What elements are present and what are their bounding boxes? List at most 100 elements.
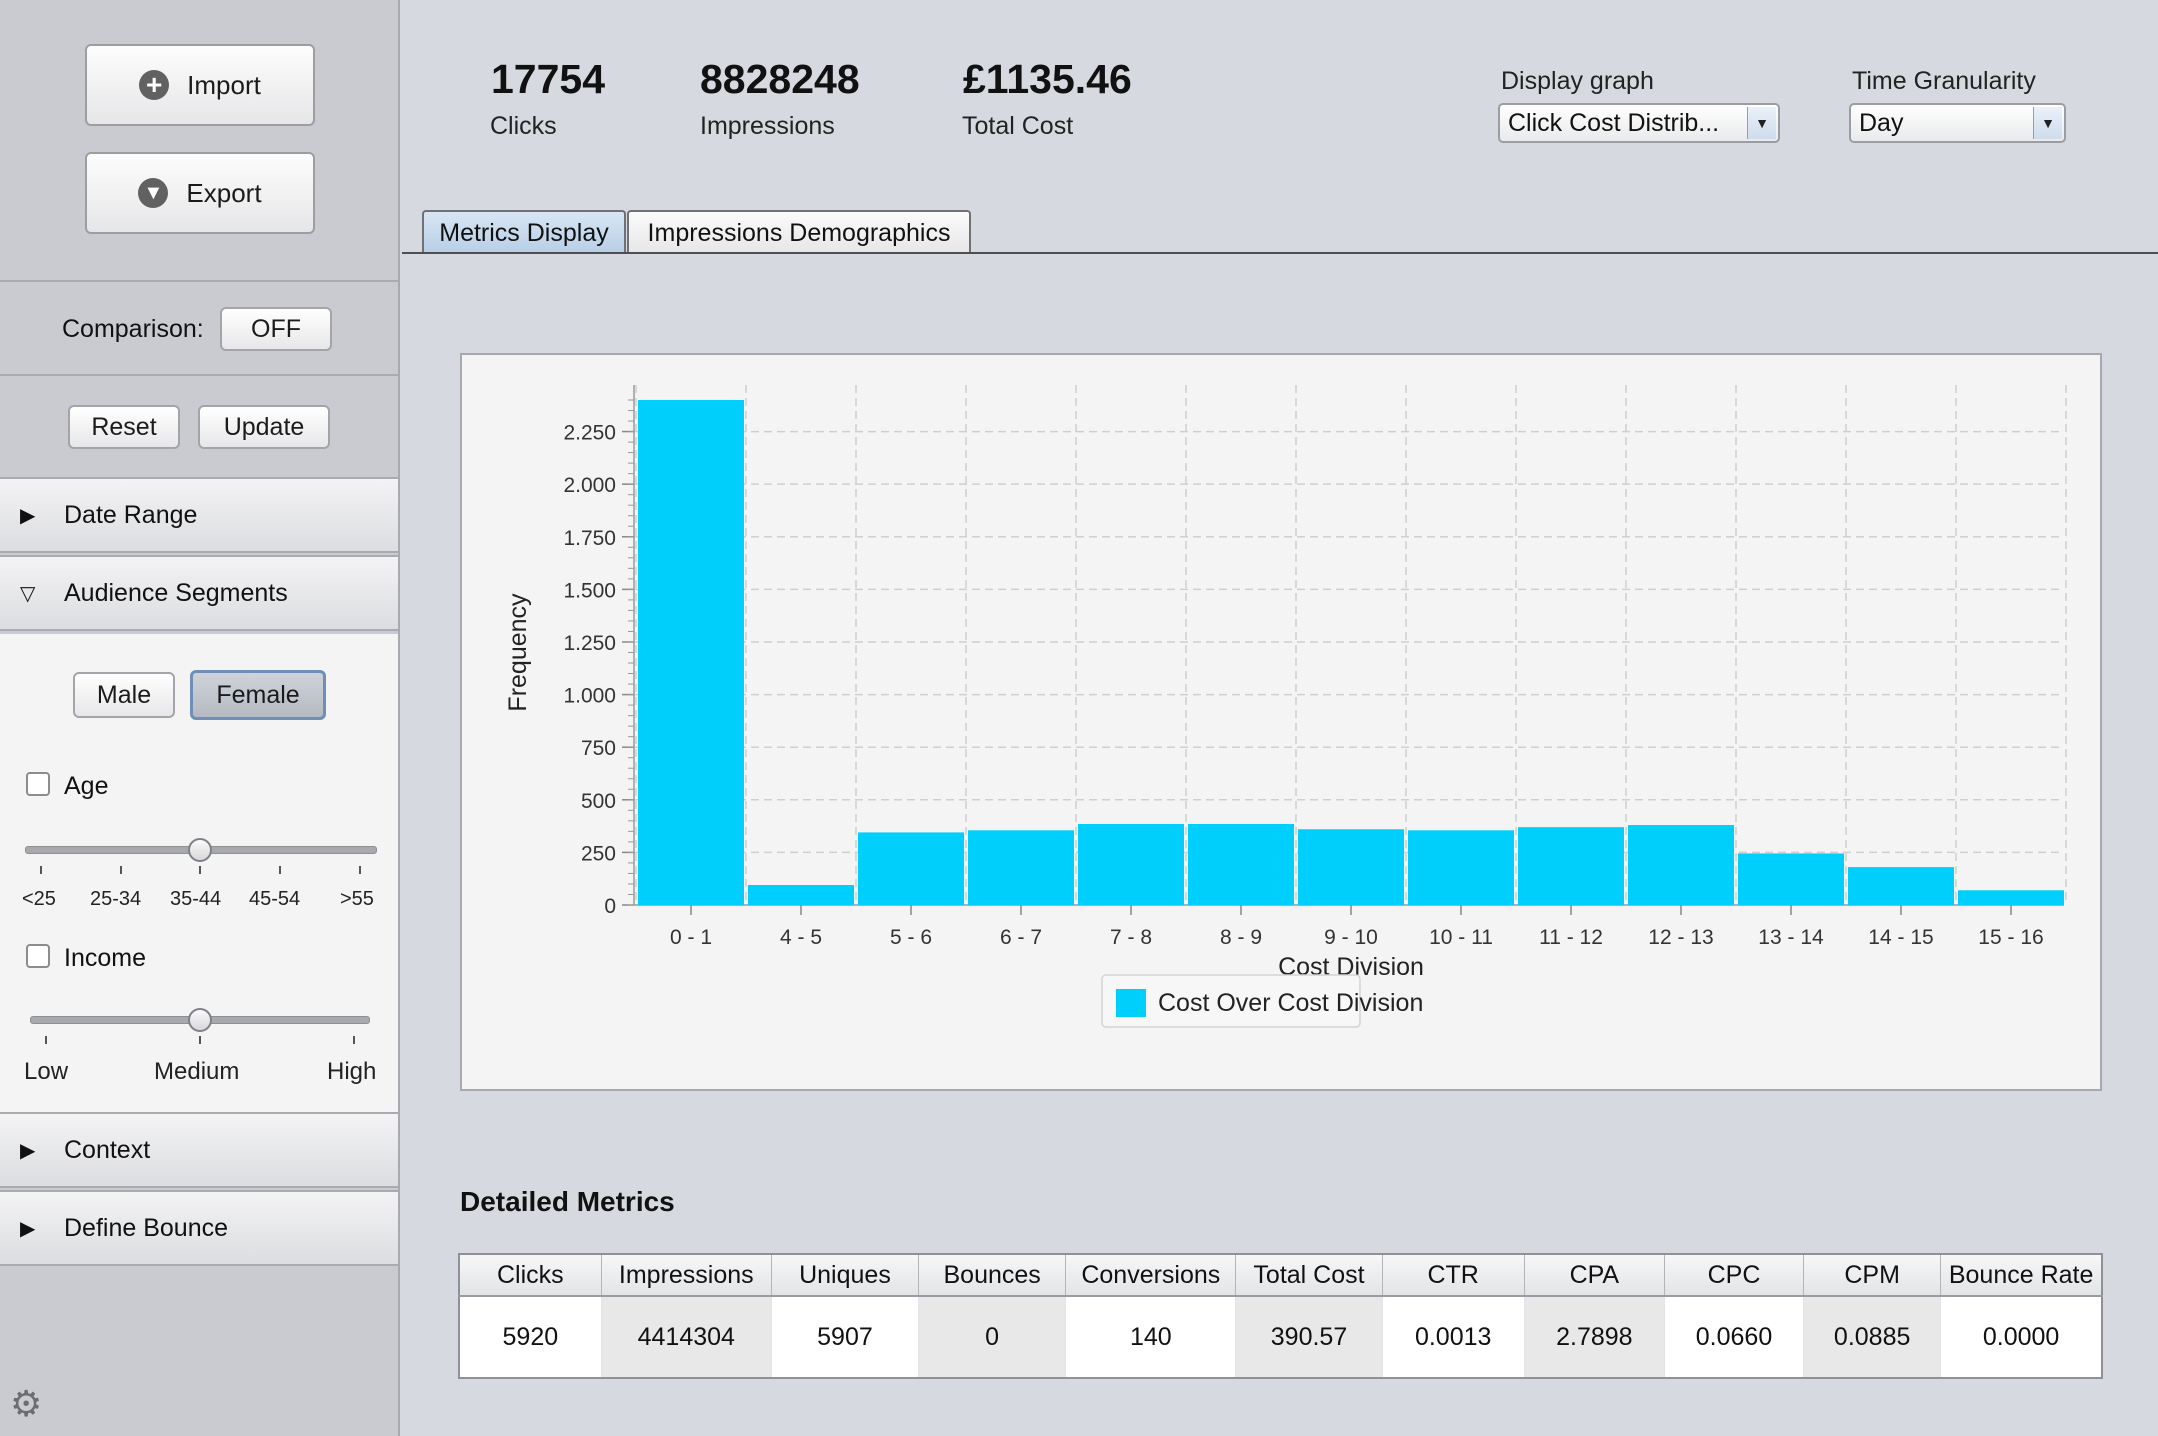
accordion-date-range[interactable]: ▶ Date Range [0, 477, 398, 553]
slider-tick [359, 866, 361, 874]
column-header[interactable]: CPM [1803, 1254, 1942, 1297]
time-granularity-select[interactable]: Day ▼ [1849, 103, 2066, 143]
column-header[interactable]: Clicks [459, 1254, 602, 1297]
chart-bar [1628, 825, 1734, 905]
accordion-define-bounce[interactable]: ▶ Define Bounce [0, 1190, 398, 1266]
chart-bar [1848, 867, 1954, 905]
display-graph-label: Display graph [1501, 67, 1654, 95]
impressions-label: Impressions [700, 112, 835, 140]
column-header[interactable]: CPA [1524, 1254, 1665, 1297]
age-tick-label: 45-54 [249, 888, 301, 910]
accordion-label: Context [64, 1135, 151, 1164]
triangle-right-icon: ▶ [20, 1139, 36, 1162]
chart-bar [1408, 830, 1514, 905]
column-header[interactable]: CTR [1382, 1254, 1525, 1297]
chart-bar [1738, 853, 1844, 905]
y-tick-label: 2.250 [563, 422, 616, 445]
slider-tick [40, 866, 42, 874]
x-tick-label: 7 - 8 [1110, 926, 1152, 949]
y-tick-label: 750 [581, 737, 616, 760]
x-tick-label: 5 - 6 [890, 926, 932, 949]
female-button[interactable]: Female [190, 670, 326, 720]
age-tick-label: <25 [22, 888, 56, 910]
age-tick-label: >55 [340, 888, 374, 910]
update-button[interactable]: Update [198, 405, 330, 449]
x-tick-label: 12 - 13 [1648, 926, 1713, 949]
male-button[interactable]: Male [73, 672, 175, 718]
table-cell: 5907 [771, 1296, 920, 1378]
y-tick-label: 0 [604, 895, 616, 918]
export-button[interactable]: ▼ Export [85, 152, 315, 234]
x-tick-label: 10 - 11 [1429, 926, 1493, 949]
chart-bar [748, 885, 854, 905]
accordion-context[interactable]: ▶ Context [0, 1112, 398, 1188]
accordion-label: Define Bounce [64, 1213, 229, 1242]
display-graph-select[interactable]: Click Cost Distrib... ▼ [1498, 103, 1780, 143]
chart-bar [1518, 827, 1624, 905]
slider-tick [120, 866, 122, 874]
comparison-label: Comparison: [62, 315, 204, 343]
comparison-toggle-button[interactable]: OFF [220, 307, 332, 351]
column-header[interactable]: CPC [1664, 1254, 1805, 1297]
chevron-down-icon: ▼ [1747, 107, 1776, 139]
plus-circle-icon: + [139, 70, 170, 100]
column-header[interactable]: Bounce Rate [1940, 1254, 2103, 1297]
triangle-down-icon: ▽ [20, 582, 36, 605]
column-header[interactable]: Bounces [918, 1254, 1067, 1297]
tab-impressions-demographics[interactable]: Impressions Demographics [627, 210, 971, 254]
total-cost-value: £1135.46 [963, 56, 1132, 102]
chart-bar [638, 400, 744, 905]
income-checkbox[interactable] [26, 944, 50, 968]
time-granularity-label: Time Granularity [1852, 67, 2036, 95]
chart-bar [1298, 829, 1404, 905]
metrics-table: Clicks Impressions Uniques Bounces Conve… [458, 1253, 2103, 1379]
chart-bar [1188, 823, 1294, 905]
income-tick-label: Low [24, 1058, 69, 1085]
column-header[interactable]: Impressions [601, 1254, 772, 1297]
table-cell: 0.0885 [1803, 1296, 1942, 1378]
reset-button[interactable]: Reset [68, 405, 180, 449]
slider-tick [45, 1036, 47, 1044]
table-cell: 4414304 [601, 1296, 772, 1378]
tab-metrics-display[interactable]: Metrics Display [422, 210, 626, 254]
slider-tick [199, 866, 201, 874]
x-tick-label: 11 - 12 [1539, 926, 1603, 949]
income-tick-label: High [327, 1058, 377, 1085]
audience-segments-panel: Male Female Age <25 25-34 35-44 45-54 >5… [0, 634, 398, 1112]
chevron-down-icon: ▼ [2033, 107, 2062, 139]
column-header[interactable]: Uniques [771, 1254, 920, 1297]
triangle-right-icon: ▶ [20, 504, 36, 527]
import-label: Import [187, 69, 261, 100]
y-tick-label: 1.250 [563, 632, 616, 655]
accordion-label: Date Range [64, 500, 198, 529]
income-slider-thumb[interactable] [188, 1008, 212, 1032]
y-tick-label: 500 [581, 790, 616, 813]
import-button[interactable]: + Import [85, 44, 315, 126]
age-label: Age [64, 772, 109, 800]
x-tick-label: 14 - 15 [1868, 926, 1933, 949]
table-cell: 2.7898 [1524, 1296, 1665, 1378]
y-tick-label: 250 [581, 842, 616, 865]
clicks-value: 17754 [491, 56, 606, 102]
legend-swatch [1116, 989, 1146, 1017]
export-label: Export [186, 177, 262, 208]
chart-bar [1078, 823, 1184, 905]
column-header[interactable]: Conversions [1065, 1254, 1237, 1297]
age-checkbox[interactable] [26, 772, 50, 796]
tab-underline [402, 252, 2158, 254]
x-tick-label: 8 - 9 [1220, 926, 1262, 949]
age-slider-thumb[interactable] [188, 838, 212, 862]
y-tick-label: 1.750 [563, 527, 616, 550]
x-tick-label: 6 - 7 [1000, 926, 1042, 949]
column-header[interactable]: Total Cost [1235, 1254, 1383, 1297]
table-cell: 390.57 [1235, 1296, 1383, 1378]
x-tick-label: 15 - 16 [1978, 926, 2043, 949]
sidebar: + Import ▼ Export Comparison: OFF Reset … [0, 0, 400, 1436]
table-cell: 0.0000 [1940, 1296, 2103, 1378]
gear-icon[interactable]: ⚙ [10, 1386, 42, 1422]
accordion-audience-segments[interactable]: ▽ Audience Segments [0, 555, 398, 631]
table-row: 5920 4414304 5907 0 140 390.57 0.0013 2.… [459, 1296, 2103, 1378]
total-cost-label: Total Cost [962, 112, 1074, 140]
time-granularity-value: Day [1859, 108, 1904, 137]
accordion-label: Audience Segments [64, 578, 288, 607]
